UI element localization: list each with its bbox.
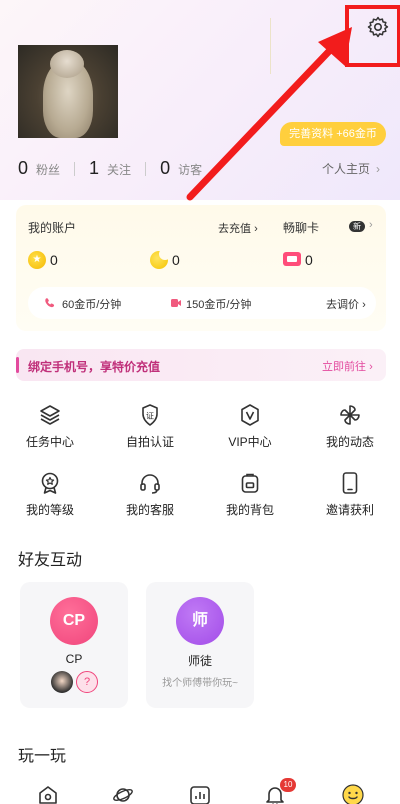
svg-text:证: 证 [146, 412, 154, 421]
unknown-partner-avatar: ? [76, 671, 98, 693]
stat-divider [145, 162, 147, 176]
video-call-icon [171, 299, 181, 307]
level-medal-icon [41, 472, 59, 494]
chat-ticket-icon [283, 252, 301, 266]
cp-partner-avatar [51, 671, 73, 693]
recharge-label: 去充值 [218, 223, 251, 235]
phone-icon [342, 472, 358, 494]
grid-item-task-center[interactable]: 任务中心 [10, 403, 90, 450]
grid-label: 任务中心 [25, 435, 74, 449]
grid-item-my-backpack[interactable]: 我的背包 [210, 471, 290, 518]
account-title: 我的账户 [28, 221, 77, 235]
visitors-count[interactable]: 0 [160, 158, 170, 179]
personal-homepage-label: 个人主页 [322, 162, 371, 176]
planet-icon[interactable] [112, 784, 134, 804]
chat-card-value: 0 [305, 252, 313, 268]
layers-icon [40, 405, 60, 425]
pinwheel-icon [340, 405, 360, 425]
bind-phone-banner[interactable]: 绑定手机号，享特价充值 立即前往 › [16, 349, 386, 381]
moon-coin-value: 0 [172, 252, 180, 268]
grid-label: VIP中心 [228, 435, 272, 449]
home-icon[interactable] [37, 784, 59, 804]
mentor-circle: 师 [176, 597, 224, 645]
cp-circle: CP [50, 597, 98, 645]
gold-coin-icon [28, 251, 46, 269]
complete-profile-pill[interactable]: 完善资料 +66金币 [280, 122, 386, 146]
grid-label: 邀请获利 [325, 503, 374, 517]
verify-icon: 证 [142, 404, 158, 426]
grid-label: 自拍认证 [125, 435, 174, 449]
video-price-text: 150金币/分钟 [186, 299, 252, 311]
chevron-right-icon: › [369, 361, 373, 373]
grid-label: 我的等级 [25, 503, 74, 517]
chevron-right-icon: › [254, 223, 258, 235]
following-label: 关注 [107, 163, 132, 177]
rank-chart-icon[interactable] [189, 784, 211, 804]
recharge-link[interactable]: 去充值 › [218, 220, 258, 236]
call-price-bar: 60金币/分钟 150金币/分钟 去调价 › [28, 287, 376, 319]
smiley-icon[interactable] [342, 784, 364, 804]
personal-homepage-link[interactable]: 个人主页 › [322, 160, 380, 177]
phone-call-icon [45, 298, 55, 308]
vip-icon [241, 404, 259, 426]
headset-icon [140, 474, 160, 494]
grid-label: 我的动态 [325, 435, 374, 449]
grid-item-my-level[interactable]: 我的等级 [10, 471, 90, 518]
grid-item-selfie-verify[interactable]: 证 自拍认证 [110, 403, 190, 450]
friend-card-cp[interactable]: CP CP ? [20, 582, 128, 708]
friend-card-subtitle: 找个师傅带你玩~ [162, 678, 238, 689]
adjust-price-link[interactable]: 去调价 › [326, 296, 366, 312]
following-count[interactable]: 1 [89, 158, 99, 179]
backpack-icon [241, 473, 259, 493]
fans-count[interactable]: 0 [18, 158, 28, 179]
stat-divider [74, 162, 76, 176]
go-now-link[interactable]: 立即前往 › [322, 358, 373, 374]
video-price: 150金币/分钟 [186, 296, 251, 312]
fans-label: 粉丝 [36, 163, 61, 177]
visitors-label: 访客 [178, 163, 203, 177]
chevron-right-icon[interactable]: › [369, 219, 373, 231]
friend-card-name: CP [65, 652, 83, 666]
grid-label: 我的背包 [225, 503, 274, 517]
friend-card-name: 师徒 [187, 654, 212, 668]
chevron-right-icon: › [362, 299, 366, 311]
profile-stats: 0 粉丝 1 关注 0 访客 [18, 158, 202, 180]
friend-card-mentor[interactable]: 师 师徒 找个师傅带你玩~ [146, 582, 254, 708]
moon-coin-icon [150, 248, 171, 269]
chat-card-title[interactable]: 畅聊卡 [283, 219, 319, 236]
grid-item-vip-center[interactable]: VIP中心 [210, 403, 290, 450]
chevron-right-icon: › [376, 162, 381, 176]
grid-label: 我的客服 [125, 503, 174, 517]
grid-item-my-moments[interactable]: 我的动态 [310, 403, 390, 450]
bind-phone-text: 绑定手机号，享特价充值 [28, 360, 161, 374]
voice-price: 60金币/分钟 [62, 299, 122, 311]
gold-coin-value: 0 [50, 252, 58, 268]
play-section-title: 玩一玩 [18, 748, 67, 765]
new-badge: 新 [349, 221, 365, 232]
grid-item-invite-earn[interactable]: 邀请获利 [310, 471, 390, 518]
grid-item-customer-service[interactable]: 我的客服 [110, 471, 190, 518]
adjust-price-label: 去调价 [326, 299, 359, 311]
banner-accent [16, 357, 19, 373]
notification-badge: 10 [280, 778, 296, 792]
go-now-label: 立即前往 [322, 361, 366, 373]
card-divider [270, 18, 271, 74]
friends-section-title: 好友互动 [18, 552, 83, 569]
